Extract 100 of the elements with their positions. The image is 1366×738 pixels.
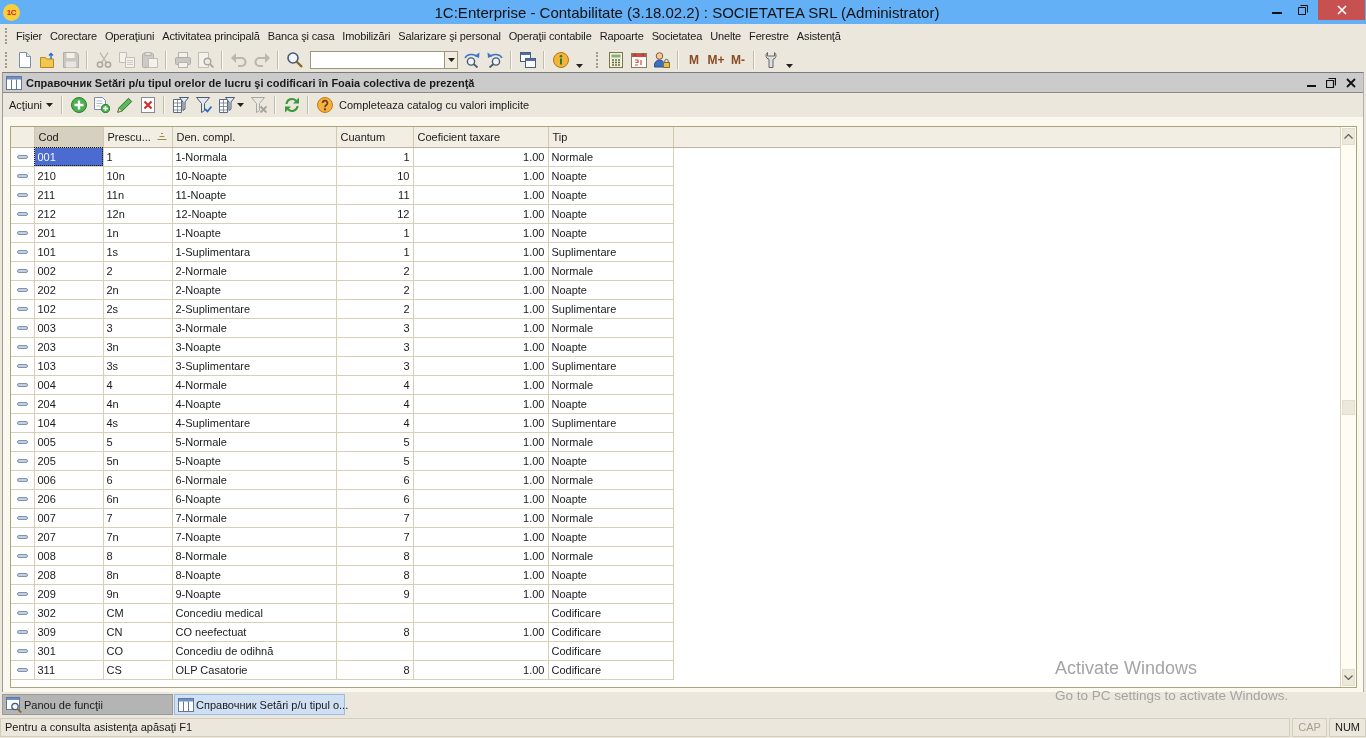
table-cell: 6 [336,489,413,508]
copy-icon [118,51,135,68]
actions-menu-button[interactable]: Acţiuni [4,94,58,116]
menu-item[interactable]: Unelte [707,26,745,45]
help-icon [317,97,334,113]
table-cell: 5 [336,432,413,451]
dropdown-button[interactable] [445,50,458,69]
table-cell: Noapte [548,280,673,299]
table-cell: Codificare [548,603,673,622]
menu-item[interactable]: Ferestre [746,26,792,45]
memory-button[interactable]: M [683,48,705,71]
table-cell: 103 [34,356,103,375]
table-cell: 12n [103,204,172,223]
menu-item[interactable]: Societatea [648,26,706,45]
table-cell: 4-Normale [172,375,336,394]
table-cell: 8 [336,546,413,565]
table-cell: 7-Normale [172,508,336,527]
menu-item[interactable]: Asistenţă [793,26,844,45]
activation-notice-title: Activate Windows [1055,657,1199,679]
menu-item[interactable]: Fişier [13,26,45,45]
table-cell: 202 [34,280,103,299]
printer-icon [174,51,191,68]
row-marker-icon [16,515,28,520]
table-cell: 1.00 [413,147,548,166]
table-cell: 1.00 [413,394,548,413]
search-field[interactable] [310,50,445,69]
delete-icon [139,97,156,113]
row-marker-icon [16,667,28,672]
table-cell: 6n [103,489,172,508]
table-cell: Suplimentare [548,242,673,261]
row-marker-icon [16,344,28,349]
menu-item[interactable]: Corectare [47,26,100,45]
table-cell: 006 [34,470,103,489]
table-cell: 1.00 [413,660,548,679]
column-header[interactable]: Tip [548,127,673,147]
column-header[interactable]: Prescu... [103,127,172,147]
row-marker-icon [16,192,28,197]
table-cell: 2-Noapte [172,280,336,299]
table-cell: 3n [103,337,172,356]
redo-icon [253,51,270,68]
chevron-down-icon [1344,675,1353,680]
row-marker-icon [16,553,28,558]
fill-defaults-button[interactable]: Completeaza catalog cu valori implicite [313,94,534,116]
restore-icon [1298,5,1308,15]
table-cell: 101 [34,242,103,261]
vertical-scrollbar[interactable] [1340,127,1356,687]
scroll-down-button[interactable] [1342,669,1355,686]
column-header[interactable]: Cuantum [336,127,413,147]
row-marker-icon [16,154,28,159]
scrollbar-thumb[interactable] [1342,399,1355,415]
scroll-up-button[interactable] [1342,128,1355,145]
table-cell: 1.00 [413,280,548,299]
menu-item[interactable]: Salarizare şi personal [395,26,504,45]
table-cell: 002 [34,261,103,280]
table-cell: 2 [336,299,413,318]
scissors-icon [95,51,112,68]
undo-icon [230,51,247,68]
menu-item[interactable]: Rapoarte [596,26,647,45]
column-header[interactable]: Coeficient taxare [413,127,548,147]
table-cell: 9n [103,584,172,603]
table-cell: Suplimentare [548,413,673,432]
column-header[interactable]: Den. compl. [172,127,336,147]
row-marker-icon [16,211,28,216]
table-cell: Noapte [548,489,673,508]
window-tab[interactable]: Panou de funcţii [2,694,173,715]
table-cell: 4n [103,394,172,413]
table-cell: CO [103,641,172,660]
table-cell: 1-Normala [172,147,336,166]
table-cell: Noapte [548,223,673,242]
table-cell: 8 [103,546,172,565]
table-cell: 1 [336,147,413,166]
table-cell: 1-Suplimentara [172,242,336,261]
table-cell: Suplimentare [548,356,673,375]
table-cell: Normale [548,470,673,489]
memory-button[interactable]: M- [727,48,749,71]
table-cell: 5 [103,432,172,451]
caret-icon [236,103,244,107]
table-cell: 210 [34,166,103,185]
table-cell: 2-Normale [172,261,336,280]
menu-item[interactable]: Operaţiuni [101,26,158,45]
filter-check-icon [195,97,212,113]
memory-button[interactable]: M+ [705,48,727,71]
table-cell: 12 [336,204,413,223]
menu-item[interactable]: Imobilizări [339,26,394,45]
table-cell: 1.00 [413,546,548,565]
table-cell: Concediu de odihnă [172,641,336,660]
menu-item[interactable]: Banca şi casa [264,26,338,45]
table-cell: 4 [336,375,413,394]
table-cell: 3 [336,337,413,356]
search-panel-icon [6,696,22,713]
table-cell: 004 [34,375,103,394]
table-cell: 302 [34,603,103,622]
table-cell: Normale [548,546,673,565]
menu-item[interactable]: Operaţii contabile [505,26,595,45]
key-indicator: CAP [1292,717,1327,737]
table-cell: Codificare [548,660,673,679]
tools-icon [762,51,779,68]
table-cell: 2s [103,299,172,318]
menu-item[interactable]: Activitatea principală [159,26,263,45]
column-header[interactable]: Cod [34,127,103,147]
